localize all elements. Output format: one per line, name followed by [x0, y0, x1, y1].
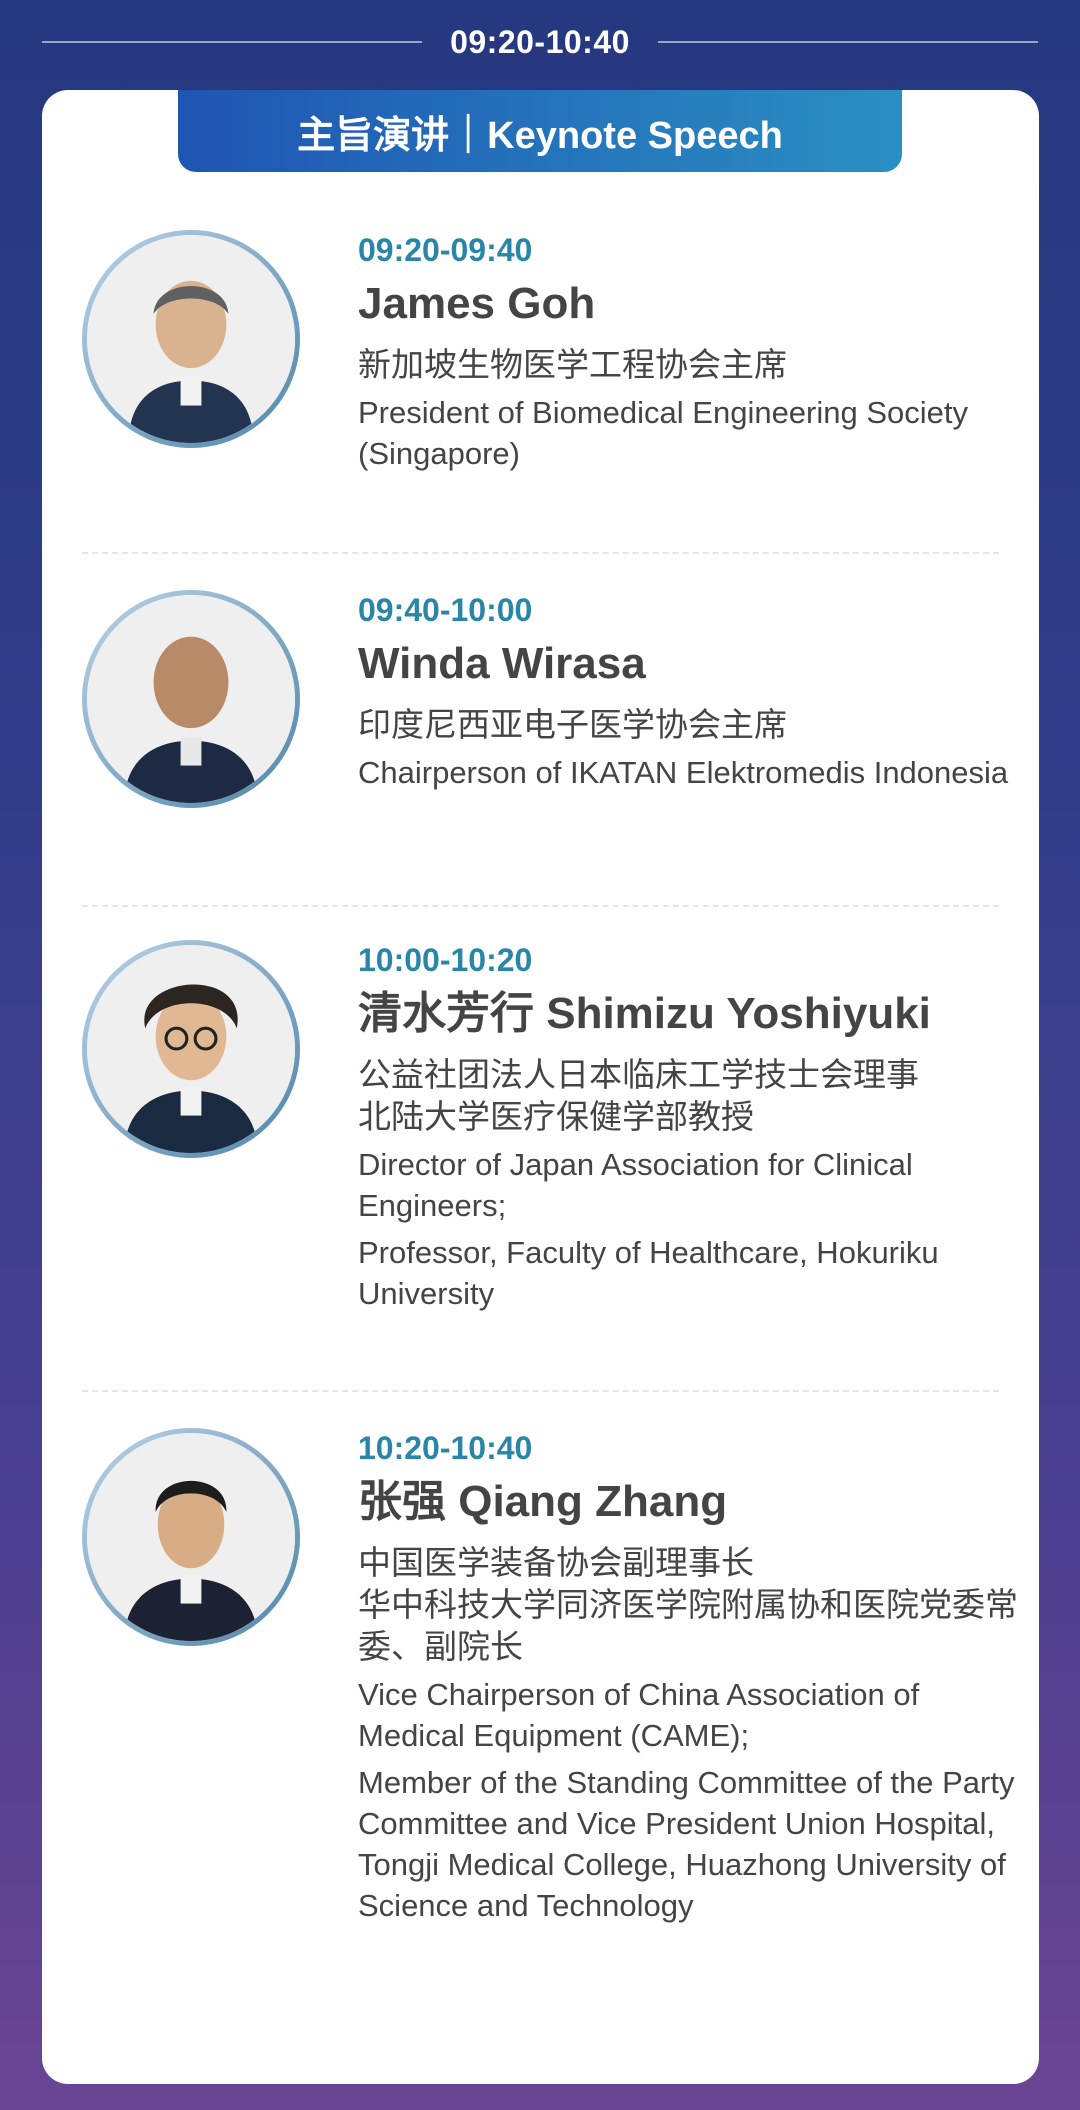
speaker-title-en: Professor, Faculty of Healthcare, Hokuri…: [358, 1235, 939, 1311]
header-divider-left: [42, 41, 422, 43]
speaker-info: 10:20-10:40 张强 Qiang Zhang 中国医学装备协会副理事长 …: [358, 1428, 1018, 1926]
speaker-time: 10:20-10:40: [358, 1430, 533, 1466]
speaker-name: Winda Wirasa: [358, 639, 646, 688]
speaker-title-en: Director of Japan Association for Clinic…: [358, 1147, 913, 1223]
speaker-title-zh: 公益社团法人日本临床工学技士会理事: [358, 1056, 919, 1093]
person-photo-icon: [87, 595, 295, 803]
speaker-time: 09:20-09:40: [358, 232, 533, 268]
person-photo-icon: [87, 1433, 295, 1641]
speaker-avatar: [82, 230, 300, 448]
session-time-header: 09:20-10:40: [0, 0, 1080, 84]
speaker-title-zh: 印度尼西亚电子医学协会主席: [358, 706, 787, 743]
speaker-avatar: [82, 590, 300, 808]
person-photo-icon: [87, 945, 295, 1153]
speaker-title-zh: 中国医学装备协会副理事长: [358, 1544, 754, 1581]
speaker-avatar: [82, 1428, 300, 1646]
section-title: 主旨演讲｜Keynote Speech: [178, 90, 902, 172]
speaker-avatar: [82, 940, 300, 1158]
speaker-info: 09:40-10:00 Winda Wirasa 印度尼西亚电子医学协会主席 C…: [358, 590, 1018, 793]
speaker-name: James Goh: [358, 279, 596, 328]
session-time: 09:20-10:40: [450, 23, 630, 60]
speaker-name: 清水芳行 Shimizu Yoshiyuki: [358, 989, 931, 1038]
speaker-info: 10:00-10:20 清水芳行 Shimizu Yoshiyuki 公益社团法…: [358, 940, 1018, 1314]
speaker-time: 09:40-10:00: [358, 592, 533, 628]
speaker-time: 10:00-10:20: [358, 942, 533, 978]
speaker-title-en: President of Biomedical Engineering Soci…: [358, 395, 969, 471]
speaker-name: 张强 Qiang Zhang: [358, 1477, 728, 1526]
speaker-title-zh: 华中科技大学同济医学院附属协和医院党委常委、副院长: [358, 1586, 1018, 1665]
speaker-info: 09:20-09:40 James Goh 新加坡生物医学工程协会主席 Pres…: [358, 230, 1018, 474]
agenda-card: 主旨演讲｜Keynote Speech 09:20-09:40 James Go…: [42, 90, 1039, 2084]
speaker-title-en: Member of the Standing Committee of the …: [358, 1765, 1015, 1923]
speaker-title-zh: 新加坡生物医学工程协会主席: [358, 346, 787, 383]
speaker-title-en: Chairperson of IKATAN Elektromedis Indon…: [358, 755, 1009, 790]
speaker-divider: [82, 552, 999, 554]
speaker-title-zh: 北陆大学医疗保健学部教授: [358, 1098, 754, 1135]
speaker-title-en: Vice Chairperson of China Association of…: [358, 1677, 920, 1753]
speaker-divider: [82, 1390, 999, 1392]
header-divider-right: [658, 41, 1038, 43]
person-photo-icon: [87, 235, 295, 443]
speaker-divider: [82, 905, 999, 907]
